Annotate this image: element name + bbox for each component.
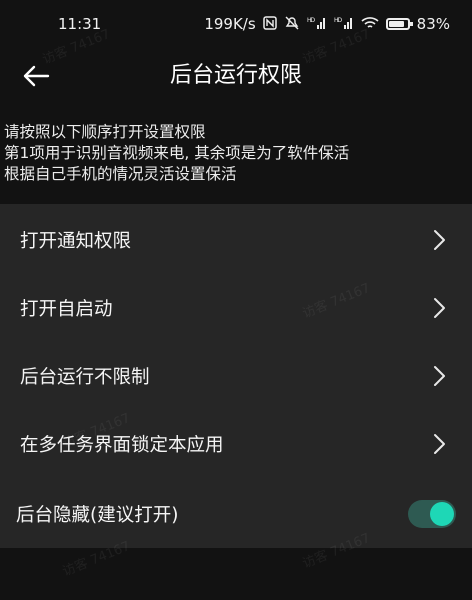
page-title: 后台运行权限 [169, 63, 302, 88]
svg-text:HD: HD [334, 17, 343, 24]
intro-text: 请按照以下顺序打开设置权限 第1项用于识别音视频来电, 其余项是为了软件保活 根… [4, 122, 464, 185]
setting-label: 后台隐藏(建议打开) [16, 505, 179, 526]
setting-label: 打开通知权限 [20, 231, 132, 252]
chevron-right-icon [434, 366, 445, 386]
setting-lock-in-recents[interactable]: 在多任务界面锁定本应用 [0, 410, 472, 478]
intro-line-1: 请按照以下顺序打开设置权限 [4, 123, 206, 141]
net-speed: 199K/s [204, 14, 256, 33]
status-time: 11:31 [58, 15, 102, 33]
svg-text:HD: HD [307, 17, 316, 24]
signal-hd-icon: HD [334, 16, 354, 33]
setting-label: 打开自启动 [20, 299, 113, 320]
chevron-right-icon [434, 230, 445, 250]
setting-auto-start[interactable]: 打开自启动 [0, 274, 472, 342]
mute-icon [284, 16, 300, 33]
intro-line-3: 根据自己手机的情况灵活设置保活 [4, 165, 237, 183]
setting-background-unrestricted[interactable]: 后台运行不限制 [0, 342, 472, 410]
nfc-icon [262, 15, 277, 33]
status-bar: 11:31 199K/s HD HD 83% [0, 0, 472, 48]
setting-notification-permission[interactable]: 打开通知权限 [0, 206, 472, 274]
setting-label: 后台运行不限制 [20, 367, 150, 388]
intro-line-2: 第1项用于识别音视频来电, 其余项是为了软件保活 [4, 144, 350, 162]
battery-percent: 83% [416, 14, 450, 33]
battery-icon [385, 18, 413, 30]
setting-label: 在多任务界面锁定本应用 [20, 435, 224, 456]
chevron-right-icon [434, 434, 445, 454]
toggle-knob [430, 502, 454, 526]
wifi-icon [361, 16, 379, 33]
settings-card: 打开通知权限 打开自启动 后台运行不限制 在多任务界面锁定本应用 后台隐藏(建议… [0, 204, 472, 548]
hide-background-toggle[interactable] [408, 500, 456, 528]
setting-hide-in-background: 后台隐藏(建议打开) [0, 480, 472, 548]
signal-hd-icon: HD [307, 16, 327, 33]
app-header: 后台运行权限 [0, 48, 472, 104]
status-icons: 199K/s HD HD 83% [204, 14, 450, 33]
chevron-right-icon [434, 298, 445, 318]
